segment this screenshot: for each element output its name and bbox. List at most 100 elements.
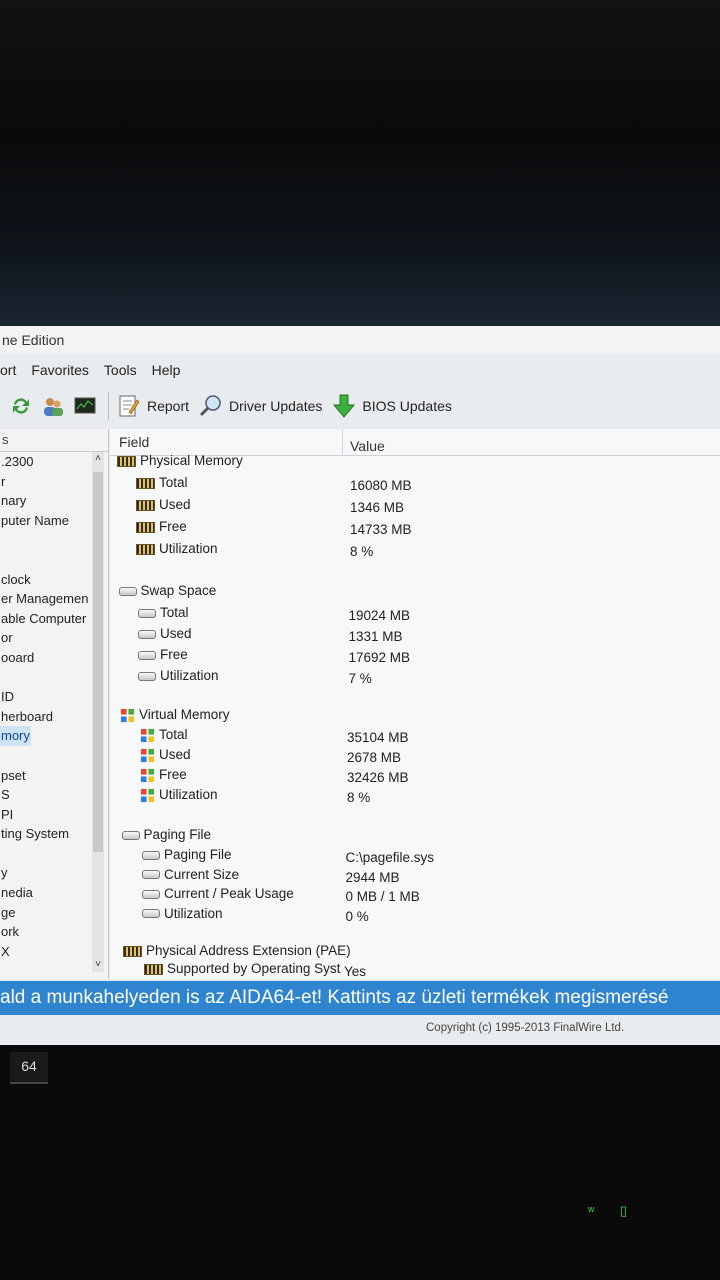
section-header[interactable]: Paging File — [110, 827, 720, 847]
promo-banner[interactable]: ald a munkahelyeden is az AIDA64-et! Kat… — [0, 981, 720, 1015]
field-text: Utilization — [159, 787, 218, 802]
field-text: Utilization — [164, 905, 223, 921]
scroll-up-icon[interactable]: ˄ — [92, 452, 104, 466]
users-icon[interactable] — [42, 395, 64, 417]
detail-row[interactable]: Used 2678 MB — [110, 747, 720, 767]
menu-favorites[interactable]: Favorites — [31, 362, 89, 378]
value-cell: 0 % — [345, 908, 369, 924]
value-cell: 16080 MB — [350, 478, 412, 493]
disk-icon — [142, 909, 160, 919]
detail-row[interactable]: Current Size 2944 MB — [110, 867, 720, 887]
section-title-text: Swap Space — [140, 583, 217, 598]
section-header[interactable]: Physical Memory — [110, 453, 720, 473]
detail-row[interactable]: Free 32426 MB — [110, 767, 720, 787]
value-column-header[interactable]: Value — [350, 438, 385, 454]
detail-row[interactable]: Utilization 8 % — [110, 541, 720, 561]
driver-updates-button[interactable]: Driver Updates — [199, 394, 322, 418]
detail-row[interactable]: Current / Peak Usage 0 MB / 1 MB — [110, 886, 720, 906]
detail-row[interactable]: Utilization 7 % — [110, 668, 720, 688]
section-title: Physical Address Extension (PAE) — [123, 943, 351, 958]
field-cell: Free — [140, 767, 187, 783]
field-text: Free — [160, 647, 188, 662]
wifi-indicator-icon: ʷ — [588, 1203, 595, 1218]
detail-row[interactable]: Total 19024 MB — [110, 605, 720, 625]
menu-help[interactable]: Help — [152, 362, 181, 378]
detail-row[interactable]: Free 14733 MB — [110, 519, 720, 539]
status-bar: Copyright (c) 1995-2013 FinalWire Ltd. — [0, 1020, 720, 1042]
value-cell: C:\pagefile.sys — [345, 850, 435, 865]
detail-row[interactable]: Utilization 0 % — [110, 906, 720, 926]
section-title-text: Physical Address Extension (PAE) — [146, 943, 351, 958]
detail-row[interactable]: Used 1346 MB — [110, 497, 720, 517]
scroll-down-icon[interactable]: ˅ — [92, 958, 104, 972]
value-cell: 0 MB / 1 MB — [345, 889, 420, 904]
field-cell: Paging File — [142, 847, 232, 862]
refresh-icon[interactable] — [10, 395, 32, 417]
driver-updates-label: Driver Updates — [229, 398, 323, 414]
field-text: Current / Peak Usage — [164, 886, 294, 901]
detail-row[interactable]: Total 35104 MB — [110, 727, 720, 747]
column-divider[interactable] — [342, 429, 343, 455]
ram-icon — [136, 543, 155, 555]
value-cell: 1331 MB — [348, 629, 403, 644]
detail-row[interactable]: Paging File C:\pagefile.sys — [110, 847, 720, 867]
disk-icon — [138, 608, 156, 618]
field-text: Paging File — [164, 847, 232, 862]
monitor-icon[interactable] — [74, 395, 96, 417]
magnifier-icon — [199, 395, 221, 417]
value-cell: 8 % — [347, 790, 371, 805]
section-header[interactable]: Swap Space — [110, 583, 720, 603]
field-text: Utilization — [160, 668, 219, 683]
disk-icon — [142, 889, 160, 899]
detail-row[interactable]: Utilization 8 % — [110, 787, 720, 807]
report-button[interactable]: Report — [117, 394, 189, 418]
column-header: Field Value — [110, 429, 720, 456]
section-title-text: Paging File — [143, 827, 212, 842]
value-cell: 2944 MB — [345, 869, 400, 885]
disk-icon — [142, 850, 160, 860]
field-cell: Supported by Operating Syst — [144, 961, 340, 976]
field-cell: Free — [136, 519, 187, 534]
field-text: Total — [159, 475, 188, 490]
field-cell: Current / Peak Usage — [142, 886, 294, 901]
copyright-text: Copyright (c) 1995-2013 FinalWire Ltd. — [426, 1022, 625, 1034]
disk-icon — [138, 629, 156, 639]
ram-icon — [117, 455, 136, 467]
taskbar-aida64-button[interactable]: 64 — [10, 1052, 48, 1084]
disk-icon — [138, 650, 156, 660]
detail-row[interactable]: Free 17692 MB — [110, 647, 720, 667]
detail-row[interactable]: Supported by Operating Syst Yes — [110, 961, 720, 981]
bios-updates-label: BIOS Updates — [362, 398, 452, 414]
detail-row[interactable]: Used 1331 MB — [110, 626, 720, 646]
disk-icon — [118, 586, 137, 596]
promo-banner-text[interactable]: ald a munkahelyeden is az AIDA64-et! Kat… — [0, 987, 669, 1008]
windows-icon — [140, 728, 155, 742]
field-cell: Utilization — [138, 668, 219, 683]
windows-icon — [140, 768, 155, 782]
menu-tools[interactable]: Tools — [104, 362, 137, 378]
monitor-bezel-bottom — [0, 1045, 720, 1280]
ram-icon — [136, 521, 155, 533]
tree-item[interactable]: mory — [0, 726, 31, 746]
value-cell: Yes — [344, 964, 367, 979]
windows-icon — [140, 748, 155, 762]
detail-row[interactable]: Total 16080 MB — [110, 475, 720, 495]
value-cell: 2678 MB — [347, 750, 402, 765]
field-column-header[interactable]: Field — [119, 434, 149, 450]
field-text: Total — [159, 727, 188, 742]
value-cell: 17692 MB — [348, 650, 411, 665]
field-cell: Used — [136, 497, 191, 512]
scroll-thumb[interactable] — [93, 472, 103, 852]
bios-updates-button[interactable]: BIOS Updates — [332, 394, 452, 418]
tree-scrollbar[interactable]: ˄ ˅ — [92, 452, 104, 972]
value-cell: 7 % — [348, 671, 372, 686]
section-title: Paging File — [121, 827, 212, 842]
section-header[interactable]: Virtual Memory — [110, 707, 720, 727]
windows-icon — [140, 788, 155, 802]
value-cell: 19024 MB — [348, 608, 411, 623]
details-panel: Field Value Physical Memory Total 16080 MB… — [110, 429, 720, 979]
menu-report[interactable]: ort — [0, 362, 16, 378]
section-header[interactable]: Physical Address Extension (PAE) — [110, 943, 720, 963]
field-cell: Utilization — [142, 906, 223, 921]
field-cell: Total — [138, 605, 189, 620]
